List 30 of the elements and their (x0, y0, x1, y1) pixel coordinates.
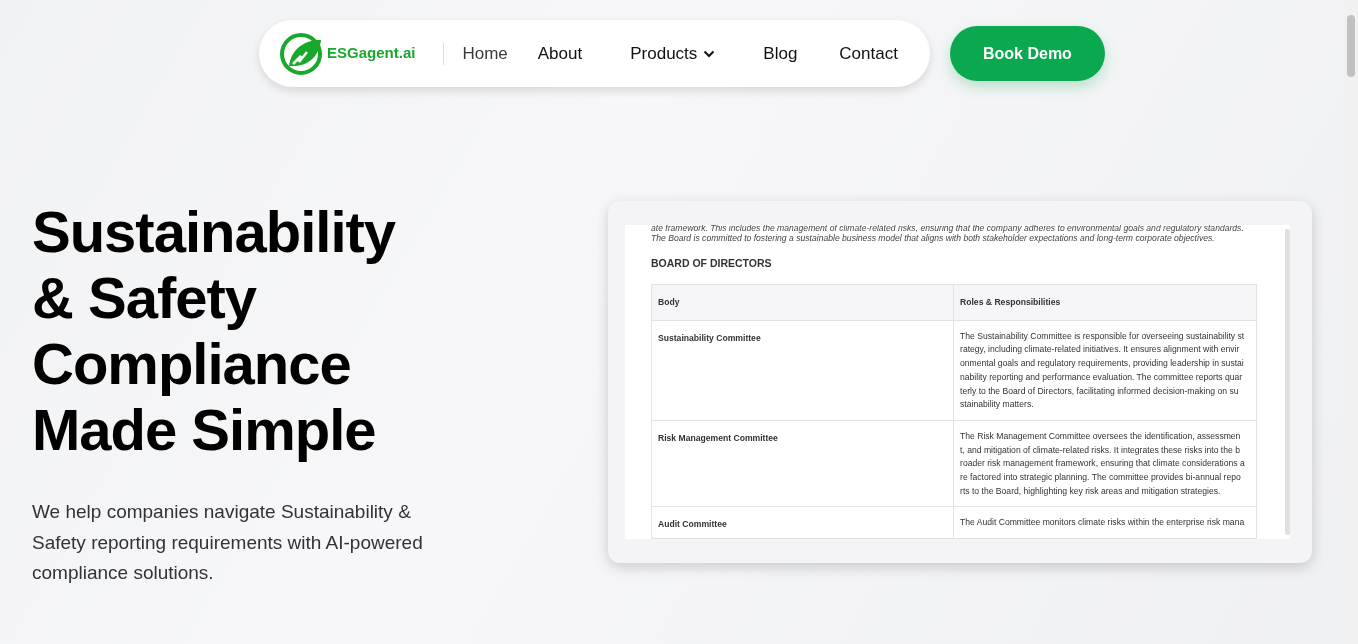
nav-link[interactable]: Home (462, 40, 508, 67)
table-cell: Audit Committee (651, 507, 954, 539)
hero-title: Sustainability & Safety Compliance Made Simple (32, 199, 397, 463)
nav-link[interactable]: Contact (839, 40, 898, 67)
cell-text-line: terly to the Board of Directors, facilitating informed decision-making on su (960, 384, 1240, 398)
document-text: The Board is committed to fostering a sustainable business model that aligns with both stakeholder expectations and long-term corporate objectives. (651, 233, 1216, 245)
table-cell: Risk Management Committee (651, 420, 954, 507)
cell-text-line: onmental goals and regulatory requirements, providing leadership in sustai (960, 357, 1245, 371)
document-text: ate framework. This includes the management of climate-related risks, ensuring that the company adheres to environmental goals and regulatory standards. (651, 225, 1245, 234)
cell-text-line: t, and mitigation of climate-related risks. It integrates these risks into the b (960, 443, 1241, 457)
chevron-down-icon (703, 49, 716, 58)
cell-text-line: re factored into strategic planning. The committee provides bi-annual repo (960, 471, 1242, 485)
cell-text-line: stainability matters. (960, 398, 1035, 412)
scrollbar[interactable] (1285, 229, 1290, 535)
leaf-logo-icon[interactable] (279, 31, 324, 76)
cell-text-line: nability reporting and performance evaluation. The committee reports quar (960, 370, 1244, 384)
nav-link[interactable]: About (537, 40, 583, 67)
nav-link[interactable]: Blog (763, 40, 798, 67)
cell-text-line: rts to the Board, highlighting key risk areas and mitigation strategies. (960, 484, 1222, 498)
cell-text-line: roader risk management framework, ensuring that climate considerations a (960, 457, 1246, 471)
nav-dropdown[interactable]: Products (630, 40, 716, 67)
column-header: Roles & Responsibilities (953, 284, 1257, 321)
hero-subtitle: We help companies navigate Sustainability & Safety reporting requirements with AI-powered compliance solutions. (32, 500, 424, 585)
cell-text-line: The Risk Management Committee oversees the identification, assessmen (960, 429, 1242, 443)
column-header: Body (651, 284, 954, 321)
table-cell: Sustainability Committee (651, 320, 954, 421)
cell-text-line: The Audit Committee monitors climate risks within the enterprise risk mana (960, 516, 1246, 530)
cell-text-line: The Sustainability Committee is responsible for overseeing sustainability st (960, 329, 1246, 343)
cell-text-line: rategy, including climate-related initiatives. It ensures alignment with envir (960, 343, 1241, 357)
document-heading: BOARD OF DIRECTORS (651, 256, 773, 271)
